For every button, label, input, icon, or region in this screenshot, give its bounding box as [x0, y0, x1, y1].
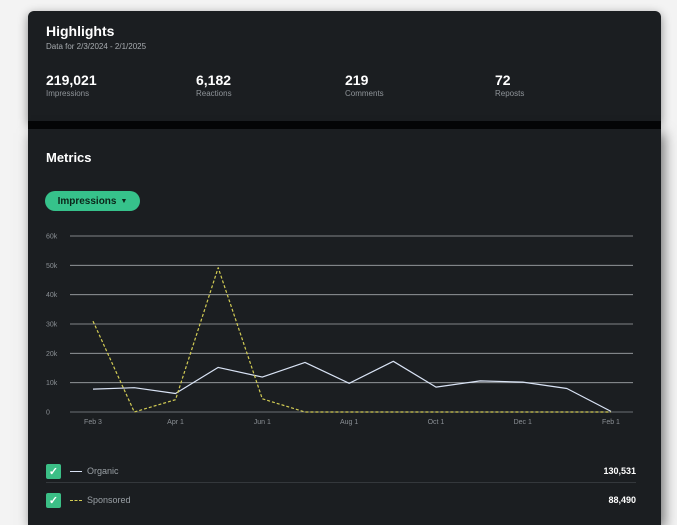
legend-total: 88,490 — [608, 495, 636, 505]
stat-label: Comments — [345, 89, 384, 98]
metrics-card: Metrics Impressions ▼ 0 10k 20k 30k 40k 50k 60… — [28, 129, 661, 525]
stat-reactions[interactable]: 6,182 Reactions — [196, 72, 232, 98]
y-tick-label: 40k — [46, 292, 58, 299]
stat-value: 6,182 — [196, 72, 232, 88]
organic-checkbox[interactable]: ✓ — [46, 463, 61, 479]
legend-total: 130,531 — [603, 466, 636, 476]
x-tick-label: Feb 1 — [602, 419, 620, 426]
check-icon: ✓ — [48, 465, 59, 478]
check-icon: ✓ — [48, 494, 59, 507]
y-tick-label: 30k — [46, 322, 58, 329]
dashed-line-icon — [70, 499, 82, 501]
stat-value: 72 — [495, 72, 511, 88]
x-tick-label: Dec 1 — [514, 419, 532, 426]
sponsored-series-line — [92, 267, 611, 413]
legend-label: Sponsored — [87, 495, 131, 505]
x-tick-label: Feb 3 — [84, 419, 102, 426]
x-tick-label: Oct 1 — [428, 419, 445, 426]
stat-label: Reposts — [495, 89, 525, 98]
x-tick-label: Apr 1 — [167, 419, 184, 426]
y-tick-label: 20k — [46, 351, 58, 358]
stat-label: Reactions — [196, 89, 232, 98]
x-tick-label: Jun 1 — [254, 419, 271, 426]
y-tick-label: 50k — [46, 263, 58, 270]
highlights-card: Highlights Data for 2/3/2024 - 2/1/2025 … — [28, 11, 661, 123]
y-tick-label: 10k — [46, 380, 58, 387]
stat-value: 219,021 — [46, 72, 97, 88]
date-range: Data for 2/3/2024 - 2/1/2025 — [46, 42, 147, 51]
x-tick-label: Aug 1 — [340, 419, 358, 426]
sponsored-checkbox[interactable]: ✓ — [46, 492, 61, 508]
legend-row-sponsored: ✓ Sponsored 88,490 — [46, 489, 636, 511]
legend-label: Organic — [87, 466, 119, 476]
stat-comments[interactable]: 219 Comments — [345, 72, 384, 98]
legend-row-organic: ✓ Organic 130,531 — [46, 460, 636, 483]
stat-impressions[interactable]: 219,021 Impressions — [46, 72, 97, 98]
stat-label: Impressions — [46, 89, 90, 98]
highlights-title: Highlights — [46, 23, 115, 39]
stat-reposts[interactable]: 72 Reposts — [495, 72, 524, 98]
impressions-line-chart: 0 10k 20k 30k 40k 50k 60k Feb 3 Apr 1 Jun 1 Aug 1 O… — [46, 234, 633, 426]
y-tick-label: 0 — [46, 410, 50, 417]
y-tick-label: 60k — [46, 234, 58, 241]
stat-value: 219 — [345, 72, 369, 88]
organic-series-line — [92, 360, 612, 412]
solid-line-icon — [70, 470, 82, 472]
